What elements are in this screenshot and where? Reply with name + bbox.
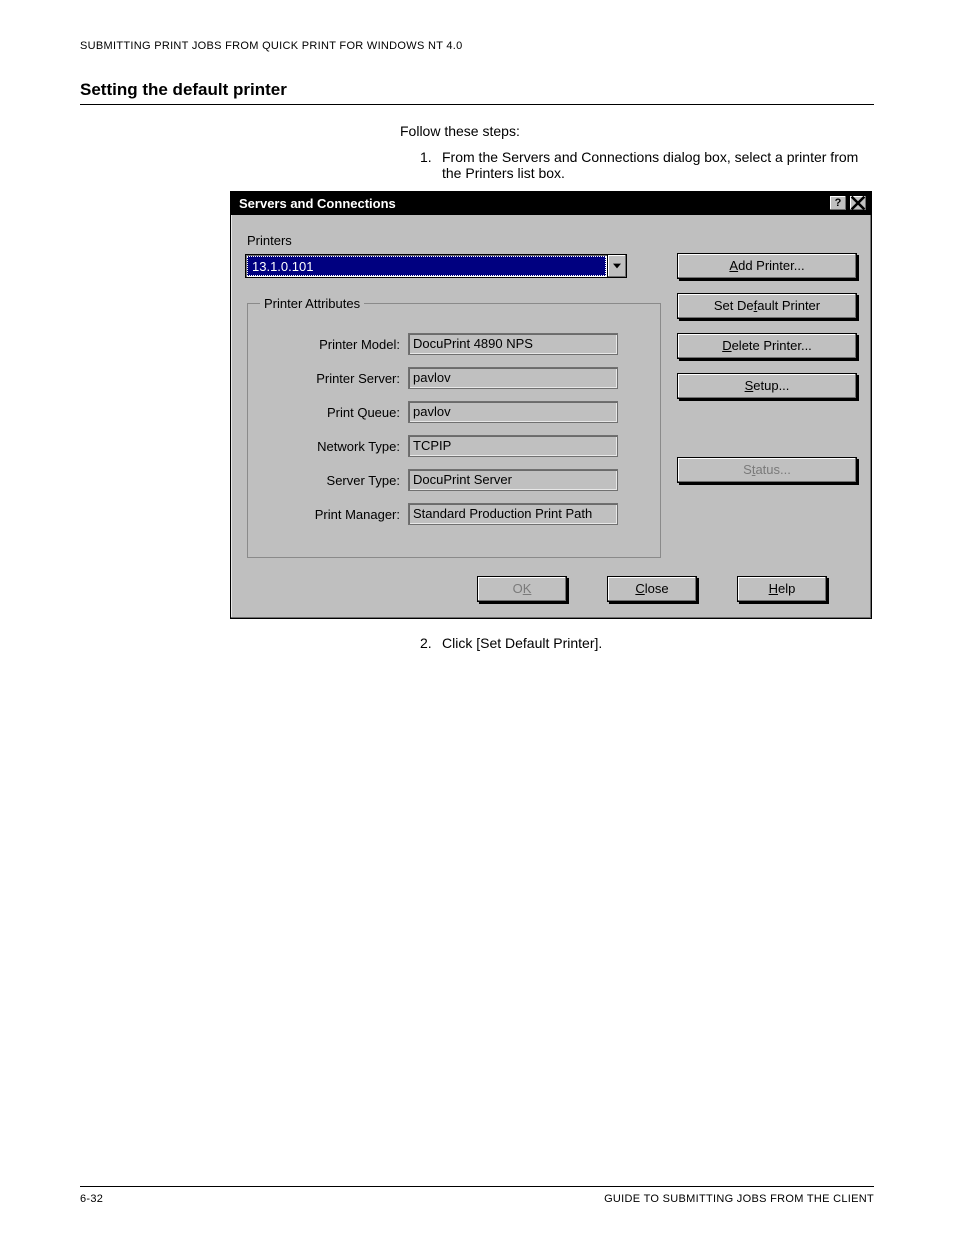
close-button[interactable]: Close [607, 576, 697, 602]
server-type-field: DocuPrint Server [408, 469, 618, 491]
intro-text: Follow these steps: [400, 123, 874, 139]
network-type-label: Network Type: [260, 439, 408, 454]
network-type-field: TCPIP [408, 435, 618, 457]
dropdown-value: 13.1.0.101 [247, 256, 606, 276]
print-queue-label: Print Queue: [260, 405, 408, 420]
printer-server-label: Printer Server: [260, 371, 408, 386]
setup-button[interactable]: Setup... [677, 373, 857, 399]
status-button[interactable]: Status... [677, 457, 857, 483]
print-manager-label: Print Manager: [260, 507, 408, 522]
section-heading: Setting the default printer [80, 80, 874, 105]
printers-dropdown[interactable]: 13.1.0.101 [245, 254, 627, 278]
step-text: From the Servers and Connections dialog … [442, 149, 874, 181]
chevron-down-icon[interactable] [607, 255, 626, 277]
step-number: 2. [420, 635, 442, 651]
printer-model-field: DocuPrint 4890 NPS [408, 333, 618, 355]
print-queue-field: pavlov [408, 401, 618, 423]
add-printer-button[interactable]: Add Printer... [677, 253, 857, 279]
fieldset-legend: Printer Attributes [260, 296, 364, 311]
dialog-title: Servers and Connections [239, 196, 396, 211]
print-manager-field: Standard Production Print Path [408, 503, 618, 525]
delete-printer-button[interactable]: Delete Printer... [677, 333, 857, 359]
dialog-titlebar: Servers and Connections ? [231, 192, 871, 215]
printer-model-label: Printer Model: [260, 337, 408, 352]
ok-button[interactable]: OK [477, 576, 567, 602]
close-icon[interactable] [849, 195, 867, 211]
help-icon[interactable]: ? [829, 195, 847, 211]
page-number: 6-32 [80, 1193, 103, 1205]
printers-label: Printers [247, 233, 663, 248]
step-number: 1. [420, 149, 442, 181]
server-type-label: Server Type: [260, 473, 408, 488]
set-default-printer-button[interactable]: Set Default Printer [677, 293, 857, 319]
printer-server-field: pavlov [408, 367, 618, 389]
footer-title: GUIDE TO SUBMITTING JOBS FROM THE CLIENT [604, 1193, 874, 1205]
printer-attributes-group: Printer Attributes Printer Model: DocuPr… [247, 296, 661, 558]
servers-connections-dialog: Servers and Connections ? Printers 13.1.… [230, 191, 872, 619]
step-text: Click [Set Default Printer]. [442, 635, 602, 651]
help-button[interactable]: Help [737, 576, 827, 602]
running-header: SUBMITTING PRINT JOBS FROM QUICK PRINT F… [80, 40, 874, 52]
